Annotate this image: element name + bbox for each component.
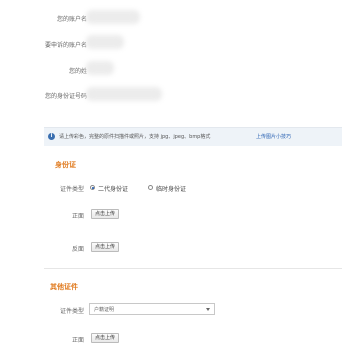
other-docs-section-title: 其他证件 [50,283,78,291]
id-number-value-blurred [86,87,162,101]
chevron-down-icon [206,308,210,311]
id-doc-type-label: 证件类型 [59,186,84,193]
id-front-label: 正面 [71,213,84,220]
radio-temporary-id-label[interactable]: 临时身份证 [156,184,186,193]
id-back-label: 反面 [71,246,84,253]
id-back-upload-button[interactable]: 点击上传 [91,242,120,252]
radio-second-gen-id[interactable] [90,185,95,190]
info-icon: i [48,133,55,140]
id-card-section-title: 身份证 [55,161,76,169]
upload-tip-bar: i 请上传彩色，完整的原件扫描件或照片，支持 jpg、jpeg、bmp格式 上传… [44,127,342,146]
radio-temporary-id[interactable] [148,185,153,190]
id-front-upload-button[interactable]: 点击上传 [91,209,120,219]
account-value-blurred [86,10,140,24]
upload-tips-link[interactable]: 上传图片小技巧 [256,133,291,140]
other-doc-type-label: 证件类型 [59,308,84,315]
appeal-account-value-blurred [86,35,124,49]
id-number-label: 您的身份证号码 [44,93,87,100]
surname-label: 您的姓 [68,68,87,75]
doc-type-selected-value: 户籍证明 [94,307,115,313]
other-front-upload-button[interactable]: 点击上传 [91,333,120,343]
other-front-label: 正面 [71,337,84,344]
account-label: 您的账户名 [56,16,87,23]
upload-tip-text: 请上传彩色，完整的原件扫描件或照片，支持 jpg、jpeg、bmp格式 [59,134,211,140]
appeal-account-label: 要申诉的账户名 [44,42,87,49]
surname-value-blurred [86,61,114,75]
doc-type-select[interactable]: 户籍证明 [89,303,215,315]
section-divider [44,268,342,269]
radio-second-gen-id-label[interactable]: 二代身份证 [98,184,128,193]
